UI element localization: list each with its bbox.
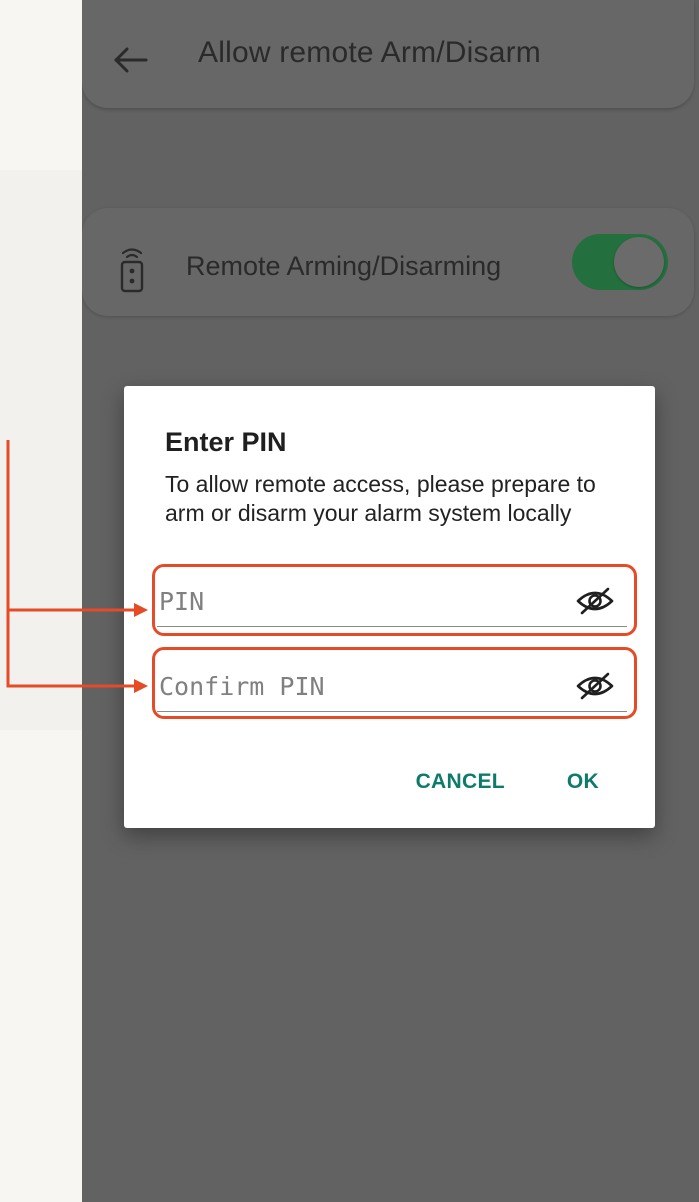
cancel-button[interactable]: CANCEL bbox=[416, 770, 505, 794]
dialog-message: To allow remote access, please prepare t… bbox=[165, 471, 596, 526]
dialog-actions: CANCEL OK bbox=[416, 770, 599, 794]
dialog-title: Enter PIN bbox=[165, 427, 287, 457]
pin-field-highlight bbox=[152, 564, 637, 636]
confirm-pin-field-highlight bbox=[152, 647, 637, 719]
ok-button[interactable]: OK bbox=[567, 770, 599, 794]
page-background bbox=[0, 170, 82, 730]
